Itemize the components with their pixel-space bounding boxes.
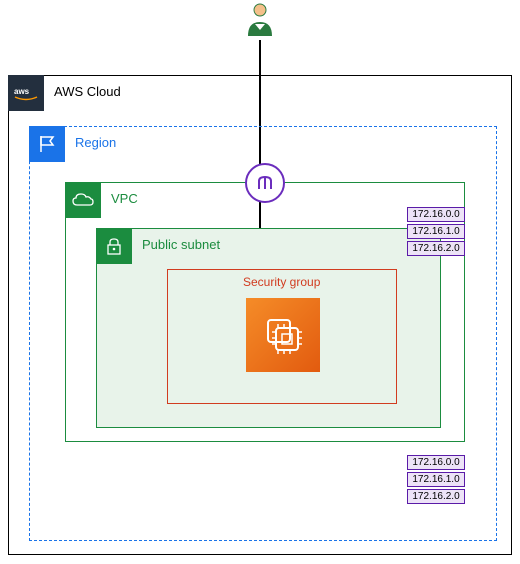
svg-text:aws: aws: [14, 87, 30, 96]
cidr-box: 172.16.0.0: [407, 455, 465, 470]
security-group-container: Security group: [167, 269, 397, 404]
public-subnet-container: Public subnet Security group: [96, 228, 441, 428]
subnet-lock-badge: [96, 228, 132, 264]
vpc-label: VPC: [111, 191, 138, 206]
ec2-instance-icon: [246, 298, 320, 372]
aws-cloud-label: AWS Cloud: [54, 84, 121, 99]
aws-cloud-container: aws AWS Cloud Region VPC: [8, 75, 512, 555]
subnet-label: Public subnet: [142, 237, 220, 252]
internet-gateway-icon: [245, 163, 285, 203]
cidr-box: 172.16.2.0: [407, 241, 465, 256]
cidr-box: 172.16.1.0: [407, 472, 465, 487]
security-group-label: Security group: [243, 275, 320, 289]
cidr-block-group-top: 172.16.0.0 172.16.1.0 172.16.2.0: [407, 207, 465, 258]
user-icon: [245, 2, 275, 43]
region-container: Region VPC: [29, 126, 497, 541]
region-label: Region: [75, 135, 116, 150]
vpc-cloud-badge: [65, 182, 101, 218]
vpc-container: VPC Public subnet Security group: [65, 182, 465, 442]
cidr-block-group-bottom: 172.16.0.0 172.16.1.0 172.16.2.0: [407, 455, 465, 506]
aws-logo-badge: aws: [8, 75, 44, 111]
cidr-box: 172.16.1.0: [407, 224, 465, 239]
region-flag-badge: [29, 126, 65, 162]
cidr-box: 172.16.2.0: [407, 489, 465, 504]
cidr-box: 172.16.0.0: [407, 207, 465, 222]
